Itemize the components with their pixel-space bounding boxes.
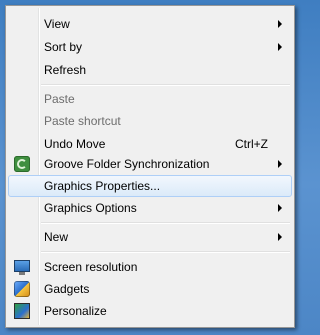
menu-item-screen-resolution[interactable]: Screen resolution [8,256,292,278]
menu-separator [41,222,290,224]
submenu-arrow-icon [278,233,282,241]
menu-item-shortcut: Ctrl+Z [235,137,268,151]
menu-item-label: Paste shortcut [44,114,121,128]
screen-resolution-icon [14,260,30,275]
menu-item-sort-by[interactable]: Sort by [8,36,292,58]
menu-separator [41,84,290,86]
menu-item-groove-folder-sync[interactable]: Groove Folder Synchronization [8,153,292,175]
menu-item-label: View [44,17,70,31]
menu-item-view[interactable]: View [8,13,292,35]
menu-item-label: Graphics Options [44,201,137,215]
menu-item-gadgets[interactable]: Gadgets [8,278,292,300]
menu-item-label: Paste [44,92,75,106]
submenu-arrow-icon [278,20,282,28]
menu-item-graphics-properties[interactable]: Graphics Properties... [8,175,292,197]
menu-item-paste-shortcut[interactable]: Paste shortcut [8,110,292,132]
menu-item-label: Gadgets [44,282,90,296]
menu-item-personalize[interactable]: Personalize [8,300,292,322]
menu-item-label: Personalize [44,304,107,318]
menu-item-label: Graphics Properties... [44,179,161,193]
menu-item-undo-move[interactable]: Undo Move Ctrl+Z [8,133,292,155]
menu-item-label: New [44,230,69,244]
menu-item-refresh[interactable]: Refresh [8,59,292,81]
submenu-arrow-icon [278,160,282,168]
personalize-icon [14,303,30,319]
menu-separator [41,251,290,253]
desktop-context-menu: View Sort by Refresh Paste Paste shortcu… [5,5,295,328]
menu-item-new[interactable]: New [8,226,292,248]
submenu-arrow-icon [278,43,282,51]
menu-item-graphics-options[interactable]: Graphics Options [8,197,292,219]
submenu-arrow-icon [278,204,282,212]
menu-item-label: Refresh [44,63,87,77]
menu-item-label: Undo Move [44,137,106,151]
menu-item-label: Screen resolution [44,260,138,274]
menu-item-paste[interactable]: Paste [8,88,292,110]
menu-item-label: Sort by [44,40,83,54]
menu-item-label: Groove Folder Synchronization [44,157,210,171]
groove-sync-icon [14,156,30,172]
gadgets-icon [14,281,30,297]
